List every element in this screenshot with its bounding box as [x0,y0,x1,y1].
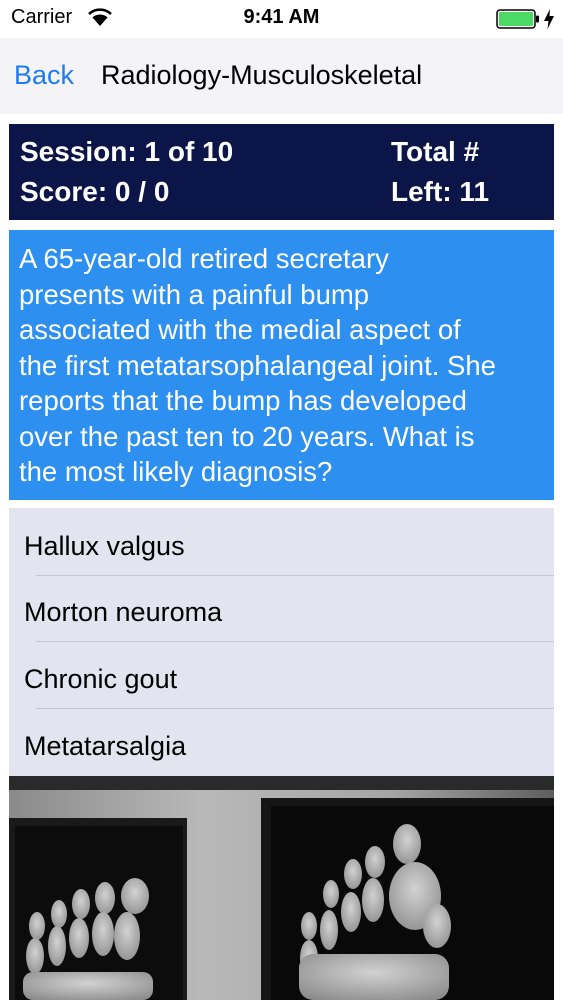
question-line: over the past ten to 20 years. What is [19,420,475,452]
foot-xray-image [9,776,554,1000]
question-line: presents with a painful bump [19,278,370,310]
session-counter: Session: 1 of 10 [20,136,234,167]
question-line: reports that the bump has developed [19,385,467,416]
divider [36,708,554,709]
answer-label: Metatarsalgia [24,731,187,761]
question-line: A 65-year-old retired secretary [19,243,389,274]
question-line: the most likely diagnosis? [19,456,333,487]
status-bar: Carrier 9:41 AM [0,0,563,38]
answer-label: Morton neuroma [24,597,223,627]
score-counter: Score: 0 / 0 [20,176,170,207]
battery-icon [496,9,539,29]
divider [36,575,554,576]
answer-option-chronic-gout[interactable]: Chronic gout [9,644,554,710]
answer-option-morton-neuroma[interactable]: Morton neuroma [9,577,554,643]
question-text: A 65-year-old retired secretary presents… [9,230,554,500]
charging-bolt-icon [544,9,554,29]
questions-left-counter: Left: 11 [391,176,490,207]
session-panel: Session: 1 of 10 Score: 0 / 0 Total # Le… [9,124,554,220]
answer-option-hallux-valgus[interactable]: Hallux valgus [9,511,554,577]
back-button[interactable]: Back [14,60,74,91]
answer-list: Hallux valgus Morton neuroma Chronic gou… [9,508,554,776]
divider [36,641,554,642]
question-line: associated with the medial aspect of [19,314,461,345]
question-line: the first metatarsophalangeal joint. She [19,349,496,381]
status-time: 9:41 AM [243,6,320,28]
navigation-bar: Back Radiology-Musculoskeletal [0,38,563,114]
answer-label: Hallux valgus [24,531,185,561]
page-title: Radiology-Musculoskeletal [101,60,423,90]
answer-option-metatarsalgia[interactable]: Metatarsalgia [9,711,554,777]
total-label: Total # [391,136,480,167]
answer-label: Chronic gout [24,664,178,694]
